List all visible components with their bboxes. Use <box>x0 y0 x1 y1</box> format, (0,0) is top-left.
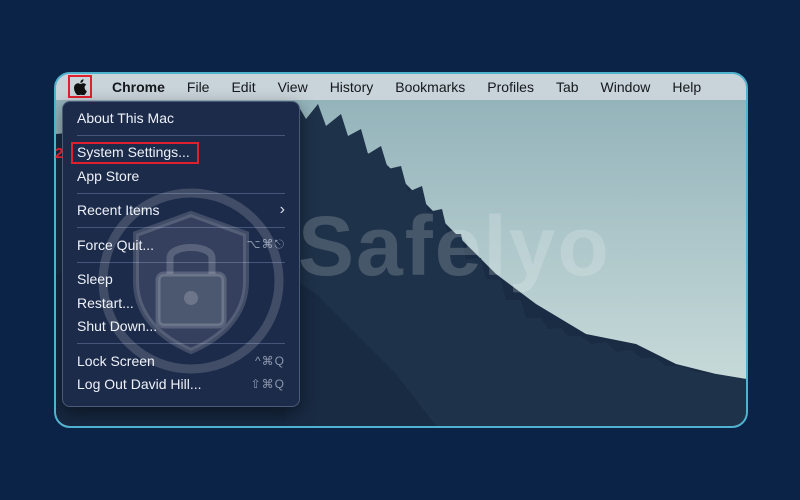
log-out-shortcut: ⇧⌘Q <box>250 377 285 392</box>
force-quit-label: Force Quit... <box>77 236 155 253</box>
menu-history[interactable]: History <box>319 79 385 95</box>
menu-item-force-quit[interactable]: Force Quit... ⌥⌘⎋ <box>63 233 299 257</box>
app-store-label: App Store <box>77 167 140 184</box>
menu-separator <box>77 261 285 263</box>
menu-view[interactable]: View <box>267 79 319 95</box>
log-out-label: Log Out David Hill... <box>77 376 202 393</box>
chevron-right-icon: › <box>279 201 285 219</box>
system-settings-highlight-box <box>71 141 199 164</box>
menu-item-sleep[interactable]: Sleep <box>63 268 299 292</box>
lock-screen-label: Lock Screen <box>77 352 155 369</box>
apple-highlight-box <box>68 75 92 98</box>
about-label: About This Mac <box>77 109 175 126</box>
step-2-label: 2 <box>55 145 64 162</box>
menu-window[interactable]: Window <box>590 79 662 95</box>
menu-item-app-store[interactable]: App Store <box>63 164 299 188</box>
restart-label: Restart... <box>77 294 134 311</box>
force-quit-shortcut: ⌥⌘⎋ <box>246 237 285 252</box>
menu-tab[interactable]: Tab <box>545 79 590 95</box>
menu-item-lock-screen[interactable]: Lock Screen ^⌘Q <box>63 349 299 373</box>
menu-profiles[interactable]: Profiles <box>476 79 545 95</box>
menu-bar: Chrome File Edit View History Bookmarks … <box>56 74 746 100</box>
lock-screen-shortcut: ^⌘Q <box>255 353 285 368</box>
menu-item-restart[interactable]: Restart... <box>63 291 299 315</box>
sleep-label: Sleep <box>77 271 113 288</box>
menu-separator <box>77 227 285 228</box>
menu-help[interactable]: Help <box>661 79 712 95</box>
menu-separator <box>77 192 285 194</box>
apple-menu-button[interactable] <box>56 74 102 100</box>
menu-item-log-out[interactable]: Log Out David Hill... ⇧⌘Q <box>63 373 299 397</box>
menu-bookmarks[interactable]: Bookmarks <box>384 79 476 95</box>
menu-item-about-this-mac[interactable]: About This Mac <box>63 106 299 130</box>
menu-chrome[interactable]: Chrome <box>102 79 176 95</box>
apple-logo-icon <box>74 79 87 95</box>
menu-file[interactable]: File <box>176 79 221 95</box>
menu-item-system-settings[interactable]: System Settings... <box>63 141 299 165</box>
menu-separator <box>77 343 285 344</box>
menu-separator <box>77 134 285 136</box>
menu-edit[interactable]: Edit <box>220 79 266 95</box>
menu-item-recent-items[interactable]: Recent Items › <box>63 199 299 223</box>
recent-items-label: Recent Items <box>77 202 160 219</box>
shut-down-label: Shut Down... <box>77 318 158 335</box>
apple-menu-dropdown: About This Mac System Settings... App St… <box>62 101 300 407</box>
watermark-text: Safelyo <box>298 199 611 293</box>
menu-item-shut-down[interactable]: Shut Down... <box>63 315 299 339</box>
